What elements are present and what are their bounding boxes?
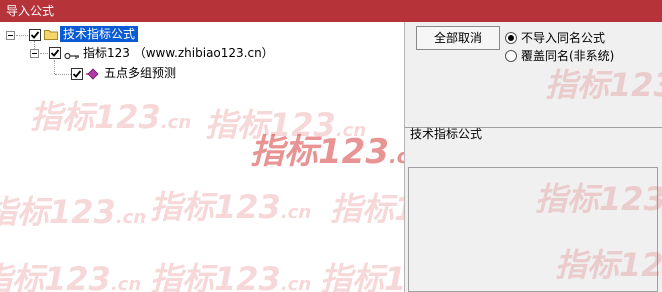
tree-connector [34,41,35,49]
watermark-logo: 指标123.cn [0,193,147,231]
dialog-body: 技术指标公式 指标123 （www.zhibiao123.cn） 五点多组预测 … [0,22,662,292]
child-checkbox[interactable] [49,47,61,59]
tree-connector [40,53,48,54]
leaf-checkbox[interactable] [71,68,83,80]
collapse-icon[interactable] [6,31,15,40]
tree-connector [55,74,71,75]
deselect-all-button[interactable]: 全部取消 [416,26,500,50]
checkmark-icon [50,49,60,57]
checkmark-icon [30,31,40,39]
watermark-logo: 指标123.cn [320,260,405,292]
key-icon [64,49,80,60]
formula-tree[interactable]: 技术指标公式 指标123 （www.zhibiao123.cn） 五点多组预测 … [0,22,405,292]
radio-overwrite-duplicates-label[interactable]: 覆盖同名(非系统) [521,48,614,64]
formula-preview-box [408,167,658,292]
watermark-logo: 指标123.cn [150,260,312,292]
options-panel: 全部取消 不导入同名公式 覆盖同名(非系统) 技术指标公式 指标123.cn 指… [405,22,662,292]
watermark-logo: 指标123.cn [30,98,192,136]
watermark-logo: 指标123.cn [330,190,404,228]
formula-icon [85,68,103,80]
folder-icon [44,29,58,40]
tree-item-root-label[interactable]: 技术指标公式 [60,26,139,42]
radio-skip-duplicates[interactable] [505,32,517,44]
tree-item-leaf-label[interactable]: 五点多组预测 [104,65,176,81]
watermark-logo: 指标123.cn [250,132,404,172]
watermark-logo: 指标123.cn [150,188,312,226]
root-checkbox[interactable] [29,29,41,41]
radio-overwrite-duplicates[interactable] [505,50,517,62]
radio-selected-dot [508,35,514,41]
watermark-logo: 指标123.cn [545,66,662,104]
window-title: 导入公式 [6,4,55,18]
checkmark-icon [72,70,82,78]
watermark-logo: 指标123.cn [205,106,367,144]
watermark-logo: 指标123.cn [0,260,142,292]
tree-item-child-label[interactable]: 指标123 （www.zhibiao123.cn） [83,45,274,61]
category-label: 技术指标公式 [410,127,483,141]
tree-connector [16,35,28,36]
collapse-icon[interactable] [30,49,39,58]
tree-connector [54,60,55,74]
window-title-bar: 导入公式 [0,0,662,22]
radio-skip-duplicates-label[interactable]: 不导入同名公式 [521,30,605,46]
